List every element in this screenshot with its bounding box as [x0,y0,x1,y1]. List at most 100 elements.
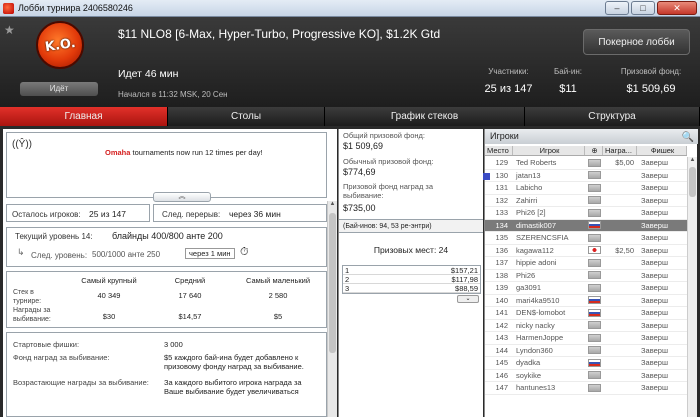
scroll-up-arrow-icon[interactable]: ▲ [328,201,337,211]
poker-lobby-button[interactable]: Покерное лобби [583,29,690,55]
player-place: 132 [485,196,511,205]
player-place-value: 142 [495,320,508,330]
collapse-news-button[interactable]: ︽ [153,192,211,202]
broadcast-antenna-icon: ((Ŷ)) [12,139,32,150]
player-flag-cell [585,158,603,167]
col-chips[interactable]: Фишек [637,146,687,155]
entrants-label: Участники: [488,67,529,76]
average-header: Средний [174,276,206,285]
player-place-value: 140 [495,295,508,305]
player-flag-cell [585,221,603,230]
player-chips: Заверш [641,158,668,168]
players-left-box: Осталось игроков: 25 из 147 [6,204,150,222]
tab-tables[interactable]: Столы [168,107,325,126]
pokerstars-app-icon [3,2,14,14]
player-row[interactable]: 131 Labicho Заверш [485,182,687,195]
favorite-star-icon[interactable]: ★ [4,23,15,37]
player-row[interactable]: 132 Zahirri Заверш [485,195,687,207]
tab-main[interactable]: Главная [0,107,168,126]
player-place-value: 133 [495,208,508,218]
bounty-prize-value: $735,00 [343,203,376,213]
player-flag-cell [585,283,603,292]
player-place: 145 [485,358,511,367]
player-chips: Заверш [641,208,668,218]
country-flag-icon [587,171,601,180]
maximize-button[interactable]: □ [631,1,655,15]
total-prize-label: Общий призовой фонд: [343,131,425,140]
tournament-info-box: Стартовые фишки: 3 000 Фонд наград за вы… [6,332,327,417]
country-flag-icon [587,258,601,267]
player-name: dimastik007 [516,220,557,230]
player-chips: Заверш [641,370,668,380]
total-prize-value: $1 509,69 [343,141,384,151]
player-name: ga3091 [516,283,542,293]
col-bounty[interactable]: Награ... [603,146,637,155]
player-row[interactable]: 137 hippie adoni Заверш [485,257,687,270]
player-place: 129 [485,158,511,167]
player-place: 144 [485,346,511,355]
player-name: mari4ka9510 [516,295,560,305]
expand-payouts-button[interactable]: ⌄ [457,295,479,303]
scroll-thumb[interactable] [329,213,336,353]
player-flag-cell [585,233,603,242]
player-place: 141 [485,308,511,317]
close-button[interactable]: ✕ [657,1,697,15]
player-chips: Заверш [641,220,668,230]
player-row[interactable]: 141 DEN$-lomobot Заверш [485,307,687,320]
payout-place: 3 [345,284,350,293]
player-place-value: 141 [495,308,508,318]
player-row[interactable]: 135 SZERENCSFIA Заверш [485,232,687,245]
player-place: 131 [485,183,511,192]
player-row[interactable]: 146 soykike Заверш [485,370,687,382]
smallest-bounty: $5 [273,312,283,321]
player-row[interactable]: 129 Ted Roberts $5,00 Заверш [485,157,687,170]
player-chips: Заверш [641,283,668,293]
col-country-globe-icon[interactable]: ⊕ [585,146,603,155]
player-row[interactable]: 142 nicky nacky Заверш [485,320,687,332]
tab-stack-chart[interactable]: График стеков [325,107,525,126]
tab-structure[interactable]: Структура [525,107,700,126]
player-row[interactable]: 136 kagawa112 $2,50 Заверш [485,245,687,257]
tournament-status: Идет 46 мин [118,68,179,80]
col-player[interactable]: Игрок [513,146,585,155]
bounty-fund-label: Фонд наград за выбивание: [13,353,110,362]
player-flag-cell [585,246,603,255]
search-icon[interactable]: 🔍 [682,130,694,145]
entries-text: (Бай-инов: 94, 53 ре-энтри) [343,223,432,230]
players-scroll-up-icon[interactable]: ▲ [688,157,697,163]
player-row[interactable]: 140 mari4ka9510 Заверш [485,295,687,307]
player-place-value: 135 [495,233,508,243]
player-row[interactable]: 143 HarmenJoppe Заверш [485,332,687,345]
country-flag-icon [587,321,601,330]
col-place[interactable]: Место [485,146,513,155]
player-flag-cell [585,358,603,367]
current-level-label: Текущий уровень 14: [15,232,93,241]
player-place: 139 [485,283,511,292]
main-tabs: Главная Столы График стеков Структура [0,107,700,126]
regular-prize-label: Обычный призовой фонд: [343,157,434,166]
player-row[interactable]: 138 Phi26 Заверш [485,270,687,282]
player-row[interactable]: 147 hantunes13 Заверш [485,382,687,395]
next-level-timer: через 1 мин [185,248,235,259]
player-row[interactable]: 139 ga3091 Заверш [485,282,687,295]
window-title: Лобби турнира 2406580246 [18,3,133,13]
player-name: Ted Roberts [516,158,557,168]
prizepool-value: $1 509,69 [626,83,676,95]
minimize-button[interactable]: – [605,1,629,15]
starting-chips-label: Стартовые фишки: [13,340,80,349]
players-title: Игроки [490,131,519,141]
player-row[interactable]: 145 dyadka Заверш [485,357,687,370]
player-row[interactable]: 130 jatan13 Заверш [483,170,687,182]
left-scrollbar[interactable]: ▲ [327,201,337,417]
player-row[interactable]: 133 Phi26 [2] Заверш [485,207,687,220]
player-row[interactable]: 134 dimastik007 Заверш [485,219,687,232]
logo-text: K.O. [43,35,77,55]
country-flag-icon [587,183,601,192]
players-scrollbar[interactable]: ▲ [687,157,697,417]
player-place-value: 129 [495,158,508,168]
player-row[interactable]: 144 Lyndon360 Заверш [485,345,687,357]
player-place-value: 145 [495,358,508,368]
player-name: SZERENCSFIA [516,233,569,243]
player-name: Zahirri [516,195,538,205]
players-scroll-thumb[interactable] [689,167,696,197]
